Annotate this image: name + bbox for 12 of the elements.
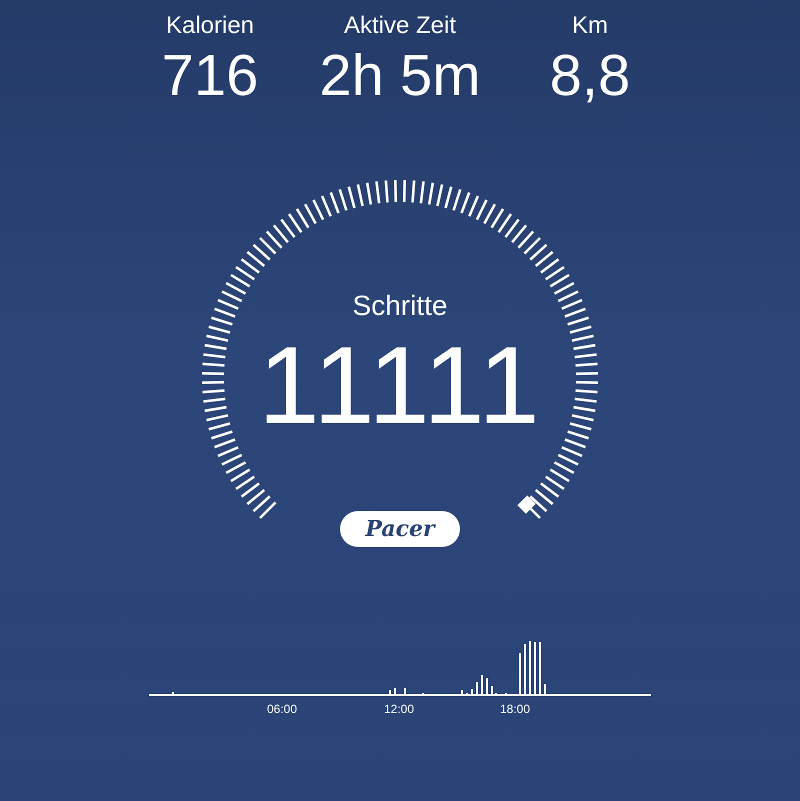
steps-count: 11111: [258, 328, 542, 444]
stat-value: 2h 5m: [319, 44, 481, 108]
stat-label: Aktive Zeit: [344, 12, 456, 40]
stat-label: Kalorien: [166, 12, 254, 40]
time-label: 18:00: [500, 702, 530, 716]
time-label: 12:00: [384, 702, 414, 716]
time-label: 06:00: [266, 702, 298, 716]
stat-label: Km: [572, 12, 608, 40]
pacer-logo: Pacer: [340, 511, 460, 547]
steps-label: Schritte: [352, 290, 448, 322]
stat-value: 716: [162, 44, 258, 108]
stat-value: 8,8: [550, 44, 630, 108]
